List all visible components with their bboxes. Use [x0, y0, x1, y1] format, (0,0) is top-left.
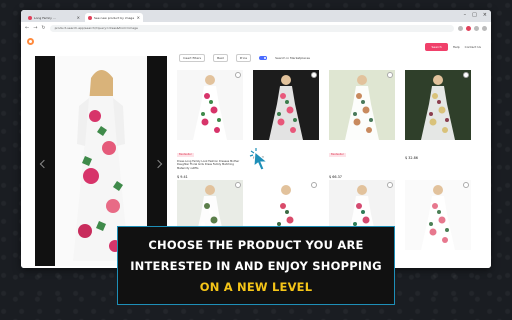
tab-favicon [88, 15, 92, 20]
toggle-label: Search in Marketplaces [275, 56, 310, 60]
contact-link[interactable]: Contact Us [465, 45, 481, 49]
extension-icon-active[interactable] [466, 25, 471, 31]
favorite-icon[interactable] [311, 182, 317, 188]
product-card[interactable]: Bestseller Dress Long Family Look Fashion… [177, 70, 243, 179]
browser-tab-1[interactable]: Long Family ... × [25, 13, 83, 22]
reload-icon[interactable]: ↻ [41, 25, 45, 31]
browser-tab-2[interactable]: See new product by image × [85, 13, 143, 22]
product-card[interactable] [405, 180, 471, 268]
help-link[interactable]: Help [453, 45, 460, 49]
close-tab-icon[interactable]: × [77, 15, 80, 20]
product-price: $ 9.41 [177, 175, 188, 179]
address-bar[interactable]: product-search-app/search/?query=dress&f… [49, 24, 454, 32]
top-actions: Search Help Contact Us [425, 43, 481, 51]
price-select[interactable]: Price [235, 54, 252, 62]
product-price: $ 32.86 [405, 156, 418, 160]
bestseller-badge: Bestseller [329, 152, 346, 157]
extension-icon[interactable] [458, 25, 463, 31]
tab-favicon [28, 15, 32, 20]
product-card[interactable]: $ 32.86 [405, 70, 471, 172]
promo-line-2: INTERESTED IN AND ENJOY SHOPPING [130, 258, 382, 273]
product-card[interactable]: Bestseller $ 66.37 [329, 70, 395, 179]
site-logo-icon[interactable] [27, 38, 34, 45]
product-image[interactable] [329, 70, 395, 140]
product-image[interactable] [405, 70, 471, 140]
back-icon[interactable]: ← [25, 25, 29, 31]
product-image[interactable] [253, 70, 319, 140]
search-button[interactable]: Search [425, 43, 448, 51]
favorite-icon[interactable] [235, 72, 241, 78]
close-window-icon[interactable]: × [483, 12, 487, 18]
menu-icon[interactable] [482, 25, 487, 31]
product-image[interactable] [177, 70, 243, 140]
profile-icon[interactable] [474, 25, 479, 31]
product-title[interactable]: Dress Long Family Look Fashion Dresses M… [177, 160, 243, 174]
filter-select[interactable]: Insert filters [179, 54, 206, 62]
favorite-icon[interactable] [387, 72, 393, 78]
close-tab-icon[interactable]: × [137, 15, 140, 20]
bestseller-badge: Bestseller [177, 152, 194, 157]
extensions [458, 25, 487, 31]
favorite-icon[interactable] [463, 72, 469, 78]
filter-toolbar: Insert filters Best Price Search in Mark… [179, 54, 310, 62]
product-image[interactable] [405, 180, 471, 250]
next-image-icon[interactable] [153, 159, 163, 169]
favorite-icon[interactable] [235, 182, 241, 188]
favorite-icon[interactable] [463, 182, 469, 188]
product-price: $ 66.37 [329, 175, 342, 179]
marketplace-toggle[interactable] [259, 56, 268, 60]
tab-label: See new product by image [94, 15, 135, 20]
promo-line-3: ON A NEW LEVEL [199, 279, 313, 294]
tab-label: Long Family ... [34, 15, 56, 20]
window-controls: – □ × [464, 12, 487, 18]
promo-line-1: CHOOSE THE PRODUCT YOU ARE [148, 237, 364, 252]
promo-overlay: CHOOSE THE PRODUCT YOU ARE INTERESTED IN… [117, 226, 395, 305]
pointer-cursor-icon [249, 148, 273, 176]
forward-icon[interactable]: → [33, 25, 37, 31]
favorite-icon[interactable] [387, 182, 393, 188]
sort-select[interactable]: Best [213, 54, 228, 62]
tab-bar: Long Family ... × See new product by ima… [21, 10, 491, 22]
prev-image-icon[interactable] [39, 159, 49, 169]
favorite-icon[interactable] [311, 72, 317, 78]
minimize-icon[interactable]: – [464, 12, 467, 18]
maximize-icon[interactable]: □ [472, 12, 477, 18]
